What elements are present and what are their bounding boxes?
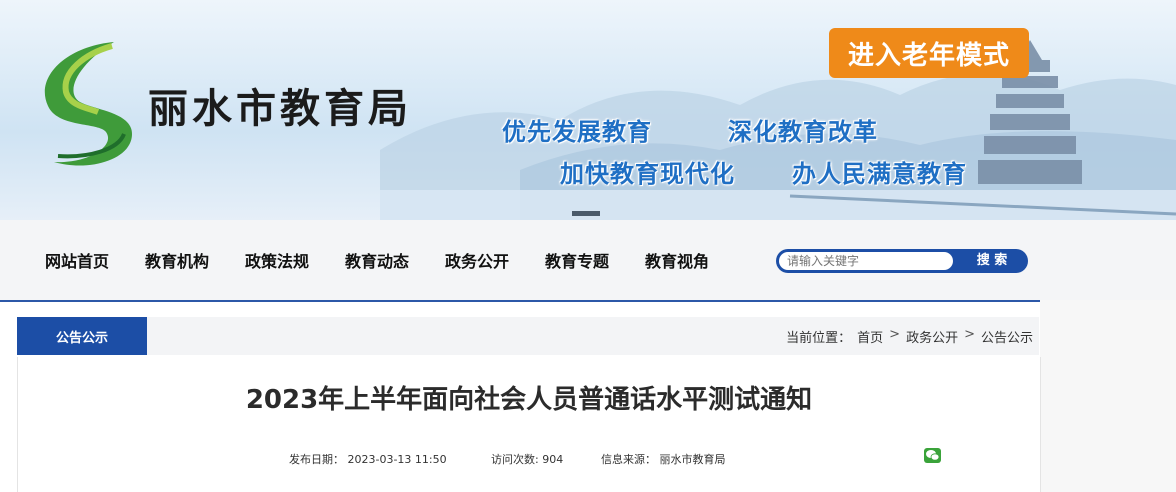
visit-count-meta: 访问次数: 904 <box>491 451 563 467</box>
breadcrumb-notices[interactable]: 公告公示 <box>981 327 1033 346</box>
nav-item-perspective[interactable]: 教育视角 <box>645 248 709 272</box>
slogan-3: 加快教育现代化 <box>560 160 735 188</box>
slogan-4: 办人民满意教育 <box>792 160 967 188</box>
publish-date-label: 发布日期： <box>289 453 344 466</box>
slogan-2: 深化教育改革 <box>728 118 878 146</box>
elder-mode-button[interactable]: 进入老年模式 <box>829 28 1029 78</box>
breadcrumb-separator: > <box>964 327 975 342</box>
header-banner: 丽水市教育局 进入老年模式 优先发展教育 深化教育改革 加快教育现代化 办人民满… <box>0 0 1176 220</box>
search-bar: 搜 索 <box>776 249 1028 273</box>
search-button[interactable]: 搜 索 <box>958 249 1026 273</box>
nav-item-policies[interactable]: 政策法规 <box>245 248 309 272</box>
nav-item-topics[interactable]: 教育专题 <box>545 248 609 272</box>
wechat-icon[interactable] <box>924 448 941 463</box>
breadcrumb-prefix: 当前位置： <box>786 331 852 346</box>
article: 2023年上半年面向社会人员普通话水平测试通知 发布日期： 2023-03-13… <box>17 357 1041 492</box>
nav-item-public-affairs[interactable]: 政务公开 <box>445 248 509 272</box>
source-label: 信息来源： <box>601 453 656 466</box>
visit-count-value: 904 <box>542 453 564 466</box>
breadcrumb-separator: > <box>889 327 901 342</box>
breadcrumb: 当前位置： 首页 > 政务公开 > 公告公示 <box>786 327 1033 346</box>
site-logo-icon <box>44 42 132 166</box>
main-nav: 网站首页 教育机构 政策法规 教育动态 政务公开 教育专题 教育视角 搜 索 <box>0 220 1176 302</box>
nav-item-news[interactable]: 教育动态 <box>345 248 409 272</box>
slogan-1: 优先发展教育 <box>502 118 652 146</box>
breadcrumb-public-affairs[interactable]: 政务公开 <box>906 327 958 346</box>
right-margin <box>1040 300 1176 492</box>
section-header: 公告公示 当前位置： 首页 > 政务公开 > 公告公示 <box>17 317 1039 355</box>
nav-item-home[interactable]: 网站首页 <box>45 248 109 272</box>
search-input[interactable] <box>779 252 953 270</box>
publish-date-value: 2023-03-13 11:50 <box>347 453 447 466</box>
nav-item-institutions[interactable]: 教育机构 <box>145 248 209 272</box>
section-tab[interactable]: 公告公示 <box>17 317 147 355</box>
site-name: 丽水市教育局 <box>148 85 412 132</box>
source-value: 丽水市教育局 <box>659 453 726 466</box>
visit-count-label: 访问次数: <box>491 453 539 466</box>
breadcrumb-home[interactable]: 首页 <box>857 327 883 346</box>
source-meta: 信息来源： 丽水市教育局 <box>601 451 726 467</box>
article-title: 2023年上半年面向社会人员普通话水平测试通知 <box>245 385 813 415</box>
publish-date-meta: 发布日期： 2023-03-13 11:50 <box>289 451 447 467</box>
